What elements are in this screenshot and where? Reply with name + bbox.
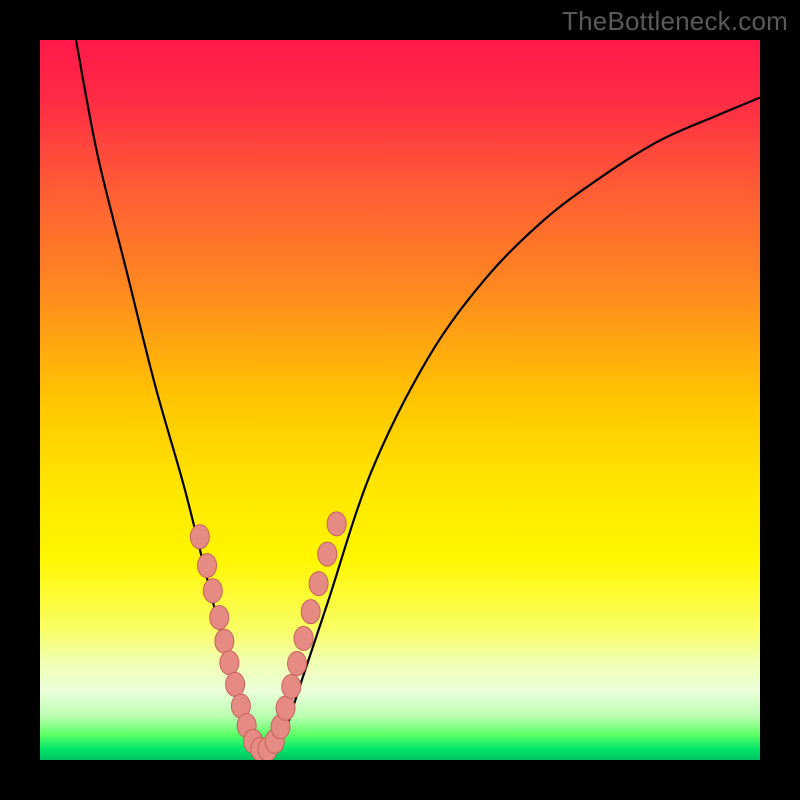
- highlight-dot: [327, 512, 346, 536]
- highlight-dot: [301, 600, 320, 624]
- highlight-dot: [282, 675, 301, 699]
- highlight-dot: [215, 629, 234, 653]
- highlight-dot: [294, 626, 313, 650]
- chart-frame: TheBottleneck.com: [0, 0, 800, 800]
- highlight-dot: [318, 542, 337, 566]
- highlight-dot: [190, 525, 209, 549]
- gradient-background: [40, 40, 760, 760]
- highlight-dot: [276, 696, 295, 720]
- watermark-label: TheBottleneck.com: [562, 6, 788, 37]
- highlight-dot: [309, 572, 328, 596]
- highlight-dot: [226, 672, 245, 696]
- plot-area: [40, 40, 760, 760]
- highlight-dot: [220, 651, 239, 675]
- highlight-dot: [210, 605, 229, 629]
- bottleneck-chart: [40, 40, 760, 760]
- highlight-dot: [198, 554, 217, 578]
- highlight-dot: [203, 579, 222, 603]
- highlight-dot: [288, 652, 307, 676]
